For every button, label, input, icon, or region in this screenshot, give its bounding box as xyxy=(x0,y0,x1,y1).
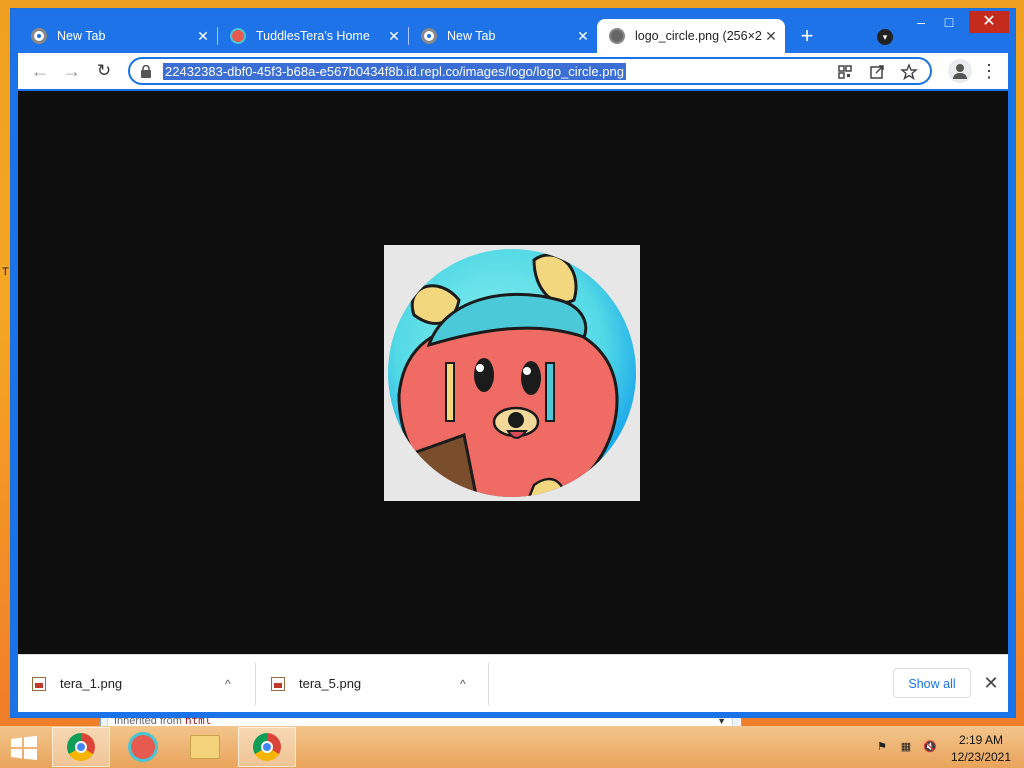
tab-close-icon[interactable]: ✕ xyxy=(763,28,779,45)
globe-icon xyxy=(609,28,625,44)
maximize-button[interactable]: □ xyxy=(935,11,963,33)
browser-toolbar: ← → ↻ 22432383-dbf0-45f3-b68a-e567b0434f… xyxy=(18,53,1008,89)
chrome-window: New Tab ✕ TuddlesTera's Home ✕ New Tab ✕… xyxy=(10,8,1016,718)
show-all-button[interactable]: Show all xyxy=(893,668,971,698)
tera-mascot-logo xyxy=(388,249,636,497)
image-viewer xyxy=(18,91,1008,654)
clock-date[interactable]: 12/23/2021 xyxy=(946,750,1016,764)
chrome-icon xyxy=(253,733,281,761)
taskbar-file-explorer[interactable] xyxy=(176,727,234,767)
desktop-edge-text: T xyxy=(2,266,9,278)
open-in-app-icon[interactable] xyxy=(868,63,886,81)
download-filename: tera_5.png xyxy=(299,676,362,691)
volume-muted-icon[interactable]: 🔇 xyxy=(922,740,938,754)
tab-search-button[interactable]: ▾ xyxy=(877,29,893,45)
close-window-button[interactable]: ✕ xyxy=(969,11,1009,33)
taskbar: ⚑ ▦ 🔇 2:19 AM 12/23/2021 xyxy=(0,726,1024,768)
tab-close-icon[interactable]: ✕ xyxy=(195,28,211,45)
tera-logo-icon xyxy=(230,28,246,44)
url-text[interactable]: 22432383-dbf0-45f3-b68a-e567b0434f8b.id.… xyxy=(163,63,626,80)
chevron-up-icon[interactable]: ^ xyxy=(225,677,231,691)
bookmark-star-icon[interactable] xyxy=(900,63,918,81)
download-item[interactable]: tera_5.png ^ xyxy=(257,655,489,712)
tab-title: logo_circle.png (256×2 xyxy=(635,29,762,43)
clock-time[interactable]: 2:19 AM xyxy=(950,733,1012,747)
download-filename: tera_1.png xyxy=(60,676,123,691)
download-item[interactable]: tera_1.png ^ xyxy=(18,655,250,712)
qr-code-icon[interactable] xyxy=(836,63,854,81)
tab-tuddlestera-home[interactable]: TuddlesTera's Home ✕ xyxy=(218,19,408,53)
chevron-up-icon[interactable]: ^ xyxy=(460,677,466,691)
chrome-icon xyxy=(67,733,95,761)
download-divider xyxy=(488,663,489,705)
file-explorer-icon xyxy=(190,735,220,759)
tera-mascot-icon xyxy=(128,732,158,762)
chrome-icon xyxy=(31,28,47,44)
tab-close-icon[interactable]: ✕ xyxy=(386,28,402,45)
minimize-button[interactable]: – xyxy=(907,11,935,33)
taskbar-chrome-app-2[interactable] xyxy=(238,727,296,767)
tab-new-tab-1[interactable]: New Tab ✕ xyxy=(19,19,217,53)
chrome-menu-button[interactable]: ⋮ xyxy=(980,59,998,83)
taskbar-chrome-app[interactable] xyxy=(52,727,110,767)
windows-start-icon[interactable] xyxy=(10,736,38,760)
profile-avatar-icon[interactable] xyxy=(948,59,972,83)
lock-icon[interactable] xyxy=(140,65,152,78)
tab-title: New Tab xyxy=(57,29,106,43)
tab-title: TuddlesTera's Home xyxy=(256,29,370,43)
back-button[interactable]: ← xyxy=(30,61,50,81)
new-tab-button[interactable]: + xyxy=(796,25,818,47)
tab-strip: New Tab ✕ TuddlesTera's Home ✕ New Tab ✕… xyxy=(11,9,1015,53)
downloads-close-icon[interactable]: ✕ xyxy=(981,669,1001,697)
downloads-bar: tera_1.png ^ tera_5.png ^ Show all ✕ xyxy=(18,654,1008,712)
forward-button[interactable]: → xyxy=(62,61,82,81)
image-file-icon xyxy=(271,676,285,691)
image-file-icon xyxy=(32,676,46,691)
action-center-flag-icon[interactable]: ⚑ xyxy=(874,740,890,754)
chrome-icon xyxy=(421,28,437,44)
tab-logo-circle-png[interactable]: logo_circle.png (256×2 ✕ xyxy=(597,19,785,53)
network-icon[interactable]: ▦ xyxy=(898,740,914,754)
tab-title: New Tab xyxy=(447,29,496,43)
address-bar[interactable]: 22432383-dbf0-45f3-b68a-e567b0434f8b.id.… xyxy=(128,57,932,85)
download-divider xyxy=(255,663,256,705)
tab-new-tab-2[interactable]: New Tab ✕ xyxy=(409,19,597,53)
tab-close-icon[interactable]: ✕ xyxy=(575,28,591,45)
reload-button[interactable]: ↻ xyxy=(94,61,114,81)
taskbar-tera-app[interactable] xyxy=(114,727,172,767)
logo-circle-image[interactable] xyxy=(384,245,640,501)
